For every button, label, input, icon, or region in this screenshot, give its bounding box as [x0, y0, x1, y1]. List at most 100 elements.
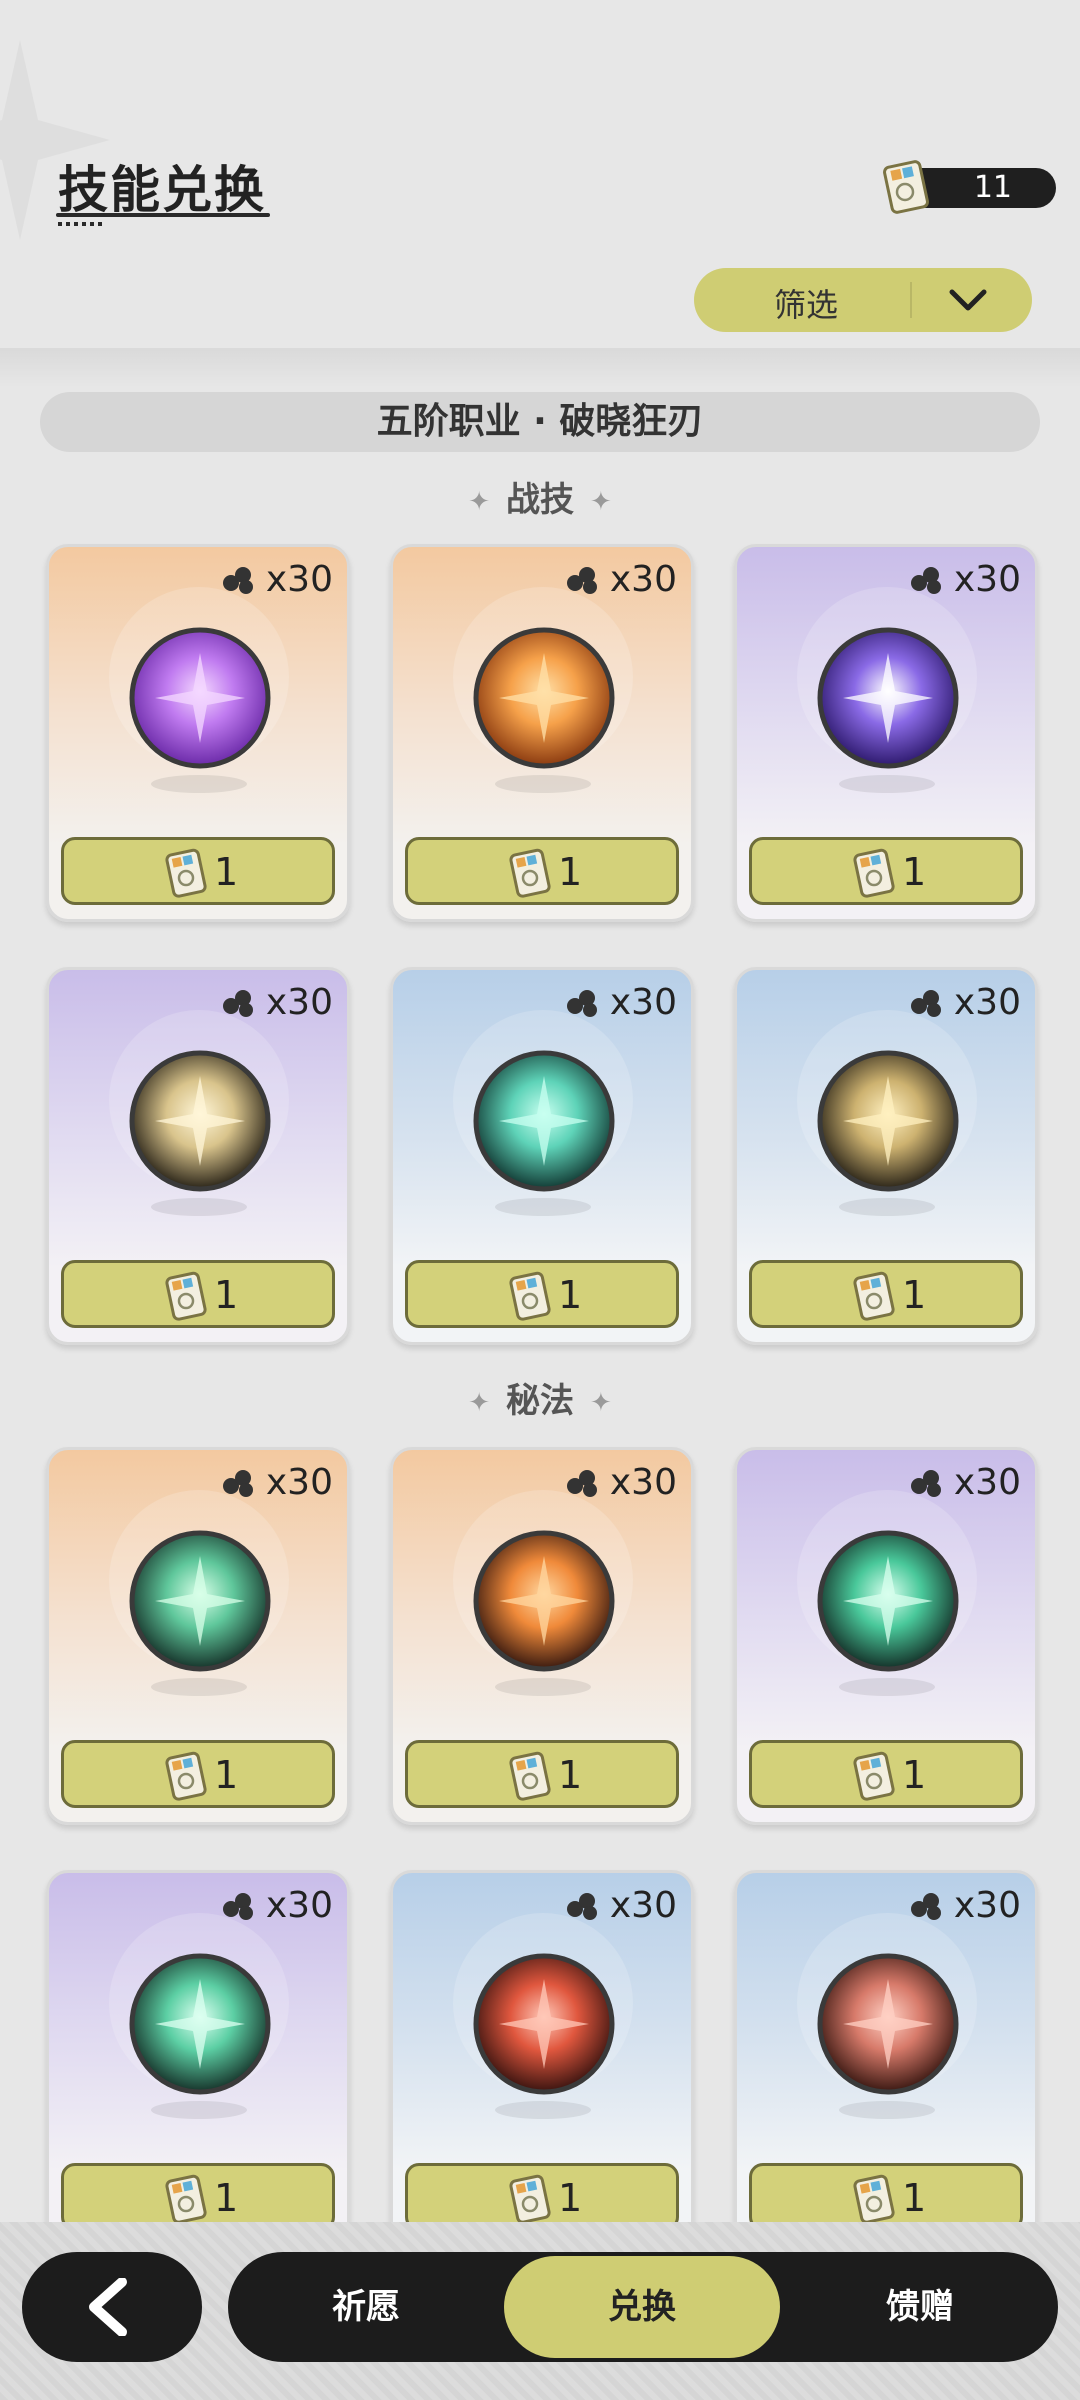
- fragment-icon: [911, 567, 941, 594]
- price-value: 1: [558, 1273, 583, 1317]
- price-value: 1: [558, 850, 583, 894]
- skill-orb-icon: [129, 627, 271, 769]
- orb-shadow: [151, 1678, 247, 1696]
- fragment-icon: [567, 567, 597, 594]
- currency-count: 11: [973, 170, 1012, 205]
- skill-ticket-icon: [853, 2174, 895, 2224]
- filter-dropdown[interactable]: 筛选: [694, 268, 1032, 332]
- title-dots: [58, 222, 106, 226]
- fragment-icon: [223, 1470, 253, 1497]
- price-value: 1: [558, 2176, 583, 2220]
- card-quantity: x30: [609, 559, 677, 600]
- exchange-price-button[interactable]: 1: [61, 1260, 335, 1328]
- card-quantity: x30: [609, 982, 677, 1023]
- card-quantity: x30: [953, 559, 1021, 600]
- orb-shadow: [839, 775, 935, 793]
- card-quantity: x30: [265, 1885, 333, 1926]
- orb-shadow: [495, 1678, 591, 1696]
- sparkle-icon: ✦: [468, 1387, 490, 1418]
- price-value: 1: [902, 1273, 927, 1317]
- back-arrow-icon: [89, 2278, 127, 2336]
- filter-label: 筛选: [774, 286, 839, 324]
- exchange-price-button[interactable]: 1: [405, 1740, 679, 1808]
- card-quantity: x30: [265, 982, 333, 1023]
- skill-card[interactable]: x30 1: [390, 1870, 694, 2248]
- card-quantity: x30: [265, 559, 333, 600]
- skill-ticket-icon: [165, 848, 207, 898]
- price-value: 1: [902, 1753, 927, 1797]
- skill-orb-icon: [129, 1953, 271, 2095]
- title-underline: [56, 213, 270, 217]
- skill-card[interactable]: x30 1: [734, 544, 1038, 922]
- section-header-arcane: ✦ 秘法 ✦: [0, 1373, 1080, 1422]
- exchange-price-button[interactable]: 1: [61, 837, 335, 905]
- card-quantity: x30: [953, 1885, 1021, 1926]
- skill-card[interactable]: x30 1: [734, 967, 1038, 1345]
- price-value: 1: [214, 850, 239, 894]
- orb-shadow: [495, 775, 591, 793]
- card-quantity: x30: [609, 1885, 677, 1926]
- card-quantity: x30: [265, 1462, 333, 1503]
- skill-orb-icon: [129, 1050, 271, 1192]
- orb-shadow: [151, 2101, 247, 2119]
- tab-exchange[interactable]: 兑换: [504, 2256, 780, 2358]
- card-quantity: x30: [609, 1462, 677, 1503]
- bottom-nav: 祈愿 兑换 馈赠: [228, 2252, 1058, 2362]
- exchange-price-button[interactable]: 1: [405, 1260, 679, 1328]
- fragment-icon: [911, 1893, 941, 1920]
- tab-gift[interactable]: 馈赠: [782, 2252, 1058, 2362]
- skill-orb-icon: [129, 1530, 271, 1672]
- sparkle-icon: ✦: [590, 486, 612, 517]
- skill-orb-icon: [473, 1050, 615, 1192]
- back-button[interactable]: [22, 2252, 202, 2362]
- exchange-price-button[interactable]: 1: [749, 1260, 1023, 1328]
- exchange-price-button[interactable]: 1: [61, 2163, 335, 2231]
- class-title-bar: 五阶职业 · 破晓狂刃: [40, 392, 1040, 452]
- price-value: 1: [558, 1753, 583, 1797]
- sparkle-icon: ✦: [468, 486, 490, 517]
- skill-card[interactable]: x30 1: [46, 544, 350, 922]
- price-value: 1: [902, 850, 927, 894]
- orb-shadow: [495, 2101, 591, 2119]
- skill-card[interactable]: x30 1: [46, 967, 350, 1345]
- exchange-price-button[interactable]: 1: [749, 1740, 1023, 1808]
- skill-card[interactable]: x30 1: [46, 1447, 350, 1825]
- fragment-icon: [223, 567, 253, 594]
- skill-orb-icon: [473, 1953, 615, 2095]
- price-value: 1: [214, 1753, 239, 1797]
- skill-ticket-icon: [165, 1751, 207, 1801]
- section-title: 战技: [506, 480, 574, 520]
- skill-card[interactable]: x30 1: [46, 1870, 350, 2248]
- price-value: 1: [902, 2176, 927, 2220]
- tab-wish[interactable]: 祈愿: [228, 2252, 504, 2362]
- skill-orb-icon: [473, 1530, 615, 1672]
- chevron-down-icon: [949, 289, 987, 311]
- orb-shadow: [151, 1198, 247, 1216]
- fragment-icon: [223, 990, 253, 1017]
- skill-ticket-icon: [853, 1751, 895, 1801]
- skill-ticket-icon: [165, 2174, 207, 2224]
- orb-shadow: [839, 1678, 935, 1696]
- page-title: 技能兑换: [58, 161, 266, 219]
- skill-card[interactable]: x30 1: [390, 967, 694, 1345]
- section-title: 秘法: [506, 1381, 574, 1421]
- skill-card[interactable]: x30 1: [734, 1870, 1038, 2248]
- exchange-price-button[interactable]: 1: [61, 1740, 335, 1808]
- skill-ticket-icon: [509, 1751, 551, 1801]
- skill-card[interactable]: x30 1: [390, 1447, 694, 1825]
- sparkle-icon: ✦: [590, 1387, 612, 1418]
- skill-card[interactable]: x30 1: [734, 1447, 1038, 1825]
- fragment-icon: [567, 990, 597, 1017]
- exchange-price-button[interactable]: 1: [749, 837, 1023, 905]
- orb-shadow: [839, 2101, 935, 2119]
- fragment-icon: [567, 1893, 597, 1920]
- exchange-price-button[interactable]: 1: [749, 2163, 1023, 2231]
- exchange-price-button[interactable]: 1: [405, 837, 679, 905]
- skill-ticket-icon: [509, 2174, 551, 2224]
- fragment-icon: [223, 1893, 253, 1920]
- scroll-fade: [0, 348, 1080, 388]
- currency-counter: 11: [883, 160, 1056, 214]
- price-value: 1: [214, 1273, 239, 1317]
- skill-card[interactable]: x30 1: [390, 544, 694, 922]
- exchange-price-button[interactable]: 1: [405, 2163, 679, 2231]
